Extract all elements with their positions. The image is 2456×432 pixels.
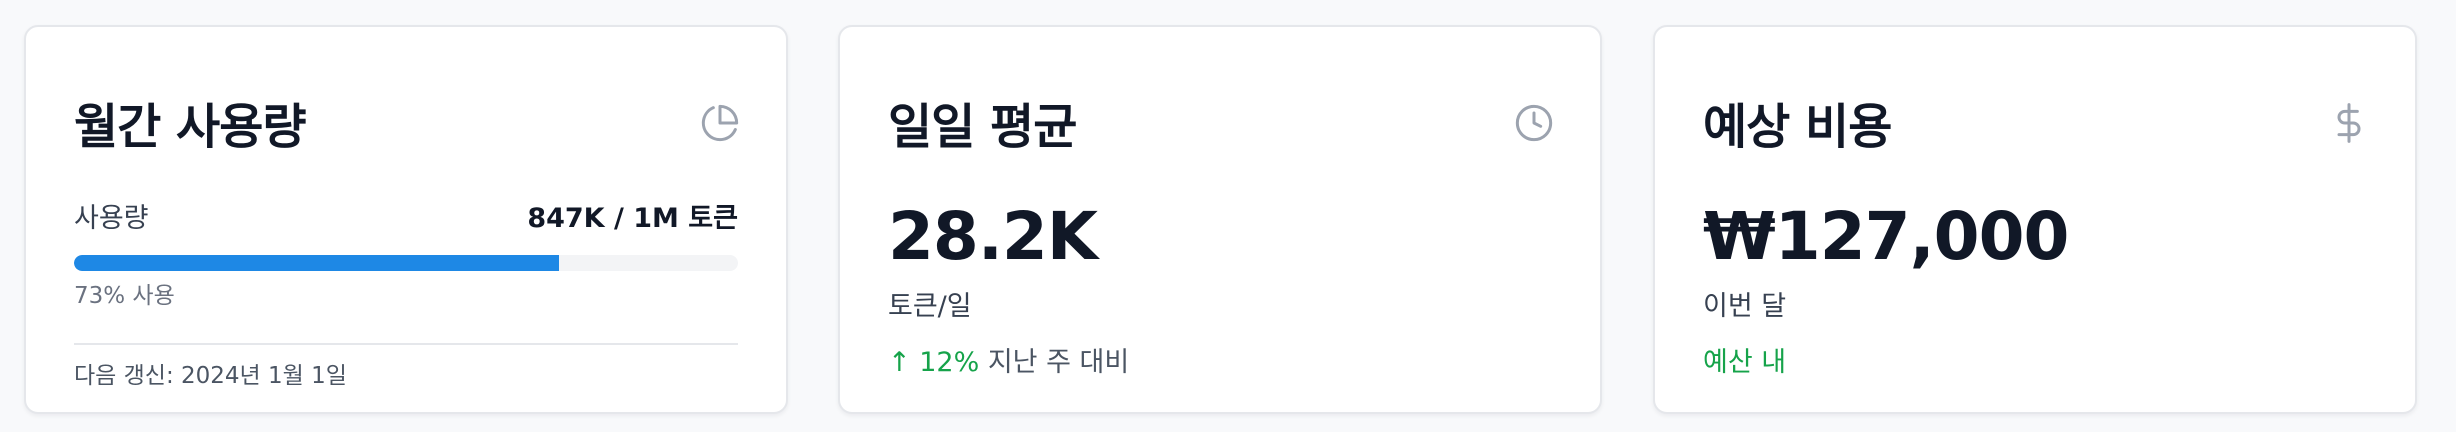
daily-average-card: 일일 평균 28.2K 토큰/일 ↑ 12% 지난 주 대비 (838, 25, 1602, 414)
usage-progress-bar (74, 255, 738, 271)
daily-average-unit: 토큰/일 (888, 291, 972, 322)
trend-up-arrow-icon: ↑ (888, 347, 911, 378)
usage-row: 사용량 847K / 1M 토큰 (74, 201, 738, 237)
usage-progress-fill (74, 255, 559, 271)
pie-chart-icon (700, 103, 740, 143)
trend-percent: 12% (919, 347, 980, 378)
usage-label: 사용량 (74, 203, 149, 234)
monthly-usage-card: 월간 사용량 사용량 847K / 1M 토큰 73% 사용 다음 갱신: 20… (24, 25, 788, 414)
renewal-date: 다음 갱신: 2024년 1월 1일 (74, 363, 347, 389)
cost-period: 이번 달 (1703, 291, 1787, 322)
divider (74, 343, 738, 345)
trend-comparison-text: 지난 주 대비 (987, 347, 1130, 378)
dollar-icon (2329, 103, 2369, 143)
clock-icon (1514, 103, 1554, 143)
daily-average-title: 일일 평균 (888, 99, 1077, 155)
estimated-cost-card: 예상 비용 ₩127,000 이번 달 예산 내 (1653, 25, 2417, 414)
usage-percent-caption: 73% 사용 (74, 283, 175, 309)
usage-value: 847K / 1M 토큰 (527, 203, 738, 234)
monthly-usage-title: 월간 사용량 (74, 99, 307, 155)
estimated-cost-value: ₩127,000 (1703, 198, 2069, 275)
budget-status: 예산 내 (1703, 347, 1787, 378)
estimated-cost-title: 예상 비용 (1703, 99, 1892, 155)
daily-average-value: 28.2K (888, 198, 1098, 275)
daily-trend: ↑ 12% 지난 주 대비 (888, 345, 1129, 381)
